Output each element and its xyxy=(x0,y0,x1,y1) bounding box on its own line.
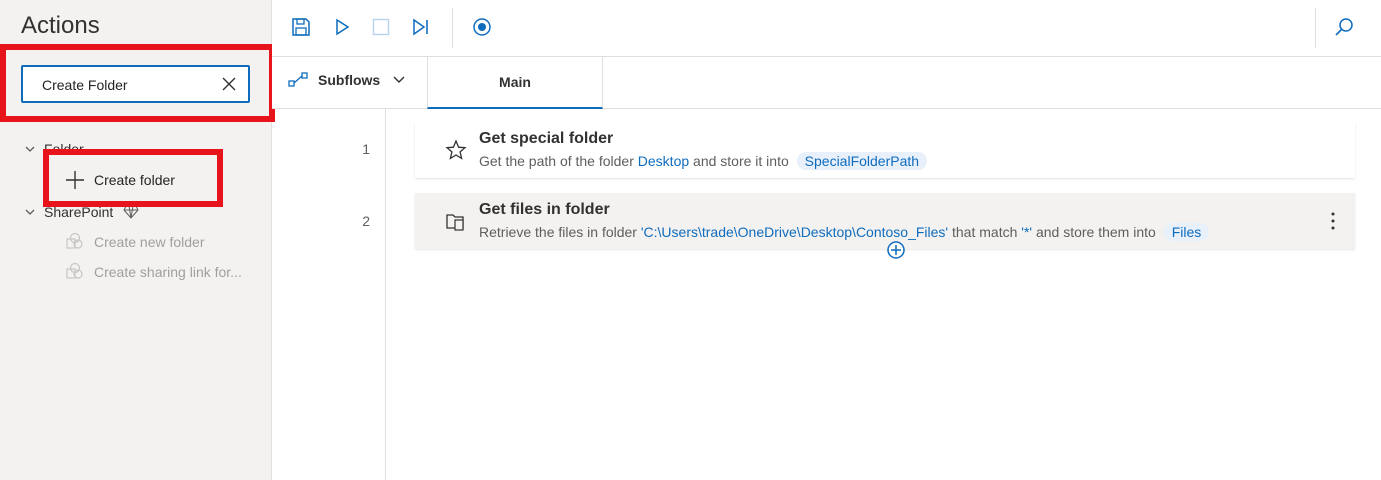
action-label: Create new folder xyxy=(94,234,205,250)
search-icon xyxy=(1335,18,1353,36)
subflow-tabs-bar: Subflows Main xyxy=(272,57,1381,109)
stop-icon xyxy=(372,18,390,36)
sharepoint-icon xyxy=(66,232,83,249)
more-options-icon[interactable] xyxy=(1325,211,1341,231)
line-number-gutter-divider xyxy=(385,109,386,480)
tab-main-label: Main xyxy=(499,74,531,90)
action-create-new-folder[interactable]: Create new folder xyxy=(64,232,205,252)
folder-value: Desktop xyxy=(637,153,690,169)
tab-main[interactable]: Main xyxy=(427,57,603,109)
premium-diamond-icon xyxy=(123,205,139,219)
run-next-action-button[interactable] xyxy=(410,16,432,38)
create-folder-highlight-box xyxy=(43,149,223,207)
chevron-down-icon xyxy=(393,76,405,83)
record-icon xyxy=(473,18,491,36)
action-label: Create sharing link for... xyxy=(94,264,242,280)
subflows-icon xyxy=(288,72,308,87)
run-next-action-icon xyxy=(413,18,428,36)
save-button[interactable] xyxy=(290,16,312,38)
sharepoint-icon xyxy=(66,262,83,279)
line-number: 2 xyxy=(362,213,370,229)
chevron-down-icon[interactable] xyxy=(24,206,36,218)
desc-text: Get the path of the folder xyxy=(479,153,638,169)
flow-step-get-special-folder[interactable]: Get special folder Get the path of the f… xyxy=(415,122,1355,178)
add-action-icon[interactable] xyxy=(886,240,906,260)
step-title: Get files in folder xyxy=(479,201,610,218)
chevron-down-icon[interactable] xyxy=(24,143,36,155)
step-description: Retrieve the files in folder 'C:\Users\t… xyxy=(479,223,1210,241)
toolbar-divider xyxy=(452,8,453,48)
run-button[interactable] xyxy=(331,16,353,38)
desc-text: that match xyxy=(948,224,1022,240)
pattern-value: '*' xyxy=(1021,224,1033,240)
record-button[interactable] xyxy=(471,16,493,38)
desc-text: Retrieve the files in folder xyxy=(479,224,641,240)
toolbar-divider xyxy=(1315,8,1316,48)
flow-step-get-files-in-folder[interactable]: Get files in folder Retrieve the files i… xyxy=(415,193,1355,249)
run-icon xyxy=(336,18,350,36)
star-icon xyxy=(445,139,467,160)
variable-badge: Files xyxy=(1163,223,1210,241)
desc-text: and store them into xyxy=(1032,224,1160,240)
line-number: 1 xyxy=(362,141,370,157)
subflows-label: Subflows xyxy=(318,72,381,88)
actions-title: Actions xyxy=(21,12,100,39)
search-highlight-box xyxy=(0,44,275,122)
search-button[interactable] xyxy=(1333,16,1355,38)
step-description: Get the path of the folder Desktop and s… xyxy=(479,152,928,170)
stop-button[interactable] xyxy=(370,16,392,38)
subflows-dropdown[interactable]: Subflows xyxy=(288,71,406,89)
folder-path-value: 'C:\Users\trade\OneDrive\Desktop\Contoso… xyxy=(640,224,949,240)
actions-pane: Actions Create Folder Folder Create fold… xyxy=(0,0,275,480)
action-create-sharing-link[interactable]: Create sharing link for... xyxy=(64,262,242,282)
step-title: Get special folder xyxy=(479,130,614,147)
folder-files-icon xyxy=(446,214,464,231)
variable-badge: SpecialFolderPath xyxy=(796,152,928,170)
desc-text: and store it into xyxy=(689,153,793,169)
save-icon xyxy=(292,18,310,36)
designer-toolbar xyxy=(272,0,1381,57)
